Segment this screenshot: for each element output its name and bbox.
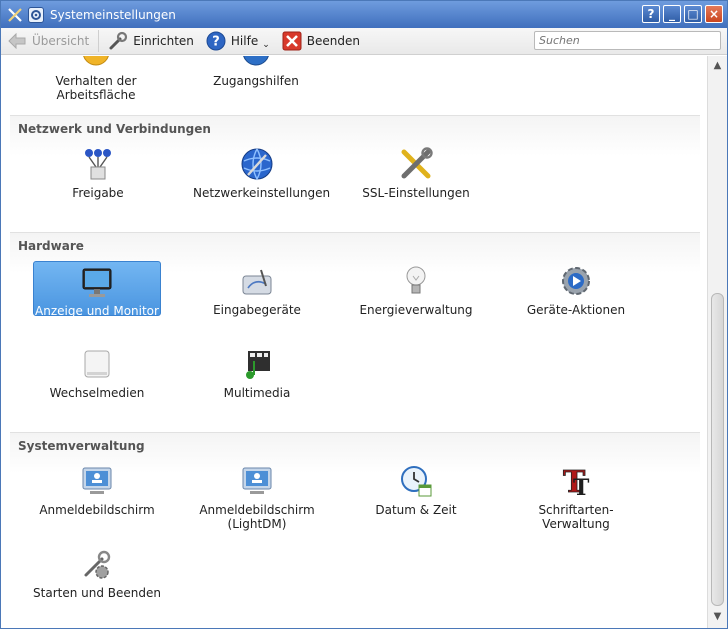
quit-button[interactable]: Beenden	[276, 29, 366, 53]
item-device-actions[interactable]: Geräte-Aktionen	[512, 263, 640, 317]
svg-text:T: T	[573, 475, 590, 498]
item-removable-media[interactable]: Wechselmedien	[33, 346, 161, 400]
item-label: SSL-Einstellungen	[362, 186, 470, 200]
quit-icon	[282, 31, 302, 51]
accessibility-icon	[238, 56, 274, 70]
network-share-icon	[80, 146, 116, 182]
item-network-settings[interactable]: Netzwerkeinstellungen	[193, 146, 331, 200]
item-label: Wechselmedien	[49, 386, 145, 400]
removable-drive-icon	[79, 346, 115, 382]
tools-icon	[398, 146, 434, 182]
vertical-scrollbar[interactable]: ▲ ▼	[707, 56, 727, 628]
clock-calendar-icon	[398, 463, 434, 499]
section-hardware: Hardware Anzeige und Monitor Eingabegerä…	[10, 232, 700, 432]
settings-app-icon	[28, 6, 44, 23]
item-startup-shutdown[interactable]: Starten und Beenden	[33, 546, 161, 600]
item-login-screen-lightdm[interactable]: Anmeldebildschirm (LightDM)	[193, 463, 321, 531]
scroll-up-icon[interactable]: ▲	[710, 58, 725, 73]
help-icon: ?	[206, 31, 226, 51]
close-button[interactable]: ×	[705, 5, 723, 23]
settings-window: Systemeinstellungen ? _ □ × Übersicht Ei…	[0, 0, 728, 629]
item-label: Eingabegeräte	[213, 303, 301, 317]
scrollbar-thumb[interactable]	[711, 293, 724, 606]
login-screen-icon	[79, 463, 115, 499]
configure-button[interactable]: Einrichten	[102, 29, 200, 53]
multimedia-icon	[239, 346, 275, 382]
configure-tools-icon	[108, 31, 128, 51]
toolbar-separator	[98, 30, 100, 52]
item-label: Schriftarten-Verwaltung	[538, 503, 614, 531]
item-sharing[interactable]: Freigabe	[34, 146, 162, 200]
item-login-screen[interactable]: Anmeldebildschirm	[33, 463, 161, 517]
maximize-button[interactable]: □	[684, 5, 702, 23]
item-label: Anmeldebildschirm	[39, 503, 155, 517]
item-label: Netzwerkeinstellungen	[193, 186, 331, 200]
lightbulb-icon	[398, 263, 434, 299]
help-label: Hilfe	[230, 34, 259, 48]
login-screen-icon	[239, 463, 275, 499]
scroll-down-icon[interactable]: ▼	[710, 609, 725, 624]
svg-text:?: ?	[212, 35, 220, 50]
item-label: Multimedia	[223, 386, 291, 400]
section-system-administration: Systemverwaltung Anmeldebildschirm Anmel…	[10, 432, 700, 628]
globe-icon	[239, 146, 275, 182]
font-icon: T T	[558, 463, 594, 499]
item-label: Anzeige und Monitor	[35, 304, 159, 318]
back-arrow-icon	[7, 31, 27, 51]
window-title: Systemeinstellungen	[50, 7, 176, 22]
workspace-icon	[78, 56, 114, 70]
gear-play-icon	[558, 263, 594, 299]
minimize-button[interactable]: _	[663, 5, 681, 23]
item-label: Geräte-Aktionen	[526, 303, 626, 317]
search-input[interactable]	[534, 31, 721, 50]
item-label: Verhalten der Arbeitsfläche	[55, 74, 137, 102]
item-power-management[interactable]: Energieverwaltung	[352, 263, 480, 317]
overview-button[interactable]: Übersicht	[1, 29, 95, 53]
item-label: Energieverwaltung	[359, 303, 473, 317]
item-label: Freigabe	[72, 186, 124, 200]
item-display-monitor[interactable]: Anzeige und Monitor	[33, 261, 161, 318]
section-title: Hardware	[18, 239, 84, 253]
help-button[interactable]: ? Hilfe ⌄	[200, 29, 276, 53]
quit-label: Beenden	[306, 34, 360, 48]
section-network: Netzwerk und Verbindungen Freigabe Netzw…	[10, 115, 700, 232]
settings-content: Verhalten der Arbeitsfläche Zugangshilfe…	[2, 56, 707, 628]
item-label: Anmeldebildschirm (LightDM)	[199, 503, 315, 531]
section-title: Systemverwaltung	[18, 439, 145, 453]
item-multimedia[interactable]: Multimedia	[193, 346, 321, 400]
chevron-down-icon[interactable]: ⌄	[262, 40, 270, 50]
item-label: Zugangshilfen	[213, 74, 299, 88]
item-label: Starten und Beenden	[33, 586, 161, 600]
section-title: Netzwerk und Verbindungen	[18, 122, 211, 136]
item-input-devices[interactable]: Eingabegeräte	[193, 263, 321, 317]
item-label: Datum & Zeit	[375, 503, 457, 517]
title-bar[interactable]: Systemeinstellungen ? _ □ ×	[1, 1, 727, 28]
tools-app-icon[interactable]	[6, 6, 24, 24]
input-devices-icon	[239, 263, 275, 299]
item-ssl-settings[interactable]: SSL-Einstellungen	[352, 146, 480, 200]
configure-label: Einrichten	[133, 34, 194, 48]
item-date-time[interactable]: Datum & Zeit	[352, 463, 480, 517]
item-workspace-behavior[interactable]: Verhalten der Arbeitsfläche	[32, 56, 160, 102]
item-font-management[interactable]: T T Schriftarten-Verwaltung	[512, 463, 640, 531]
item-accessibility[interactable]: Zugangshilfen	[192, 56, 320, 88]
startup-icon	[79, 546, 115, 582]
overview-label: Übersicht	[32, 34, 90, 48]
help-window-button[interactable]: ?	[642, 5, 660, 23]
monitor-icon	[79, 264, 115, 300]
toolbar: Übersicht Einrichten ? Hilfe ⌄ Beenden S…	[1, 28, 727, 55]
